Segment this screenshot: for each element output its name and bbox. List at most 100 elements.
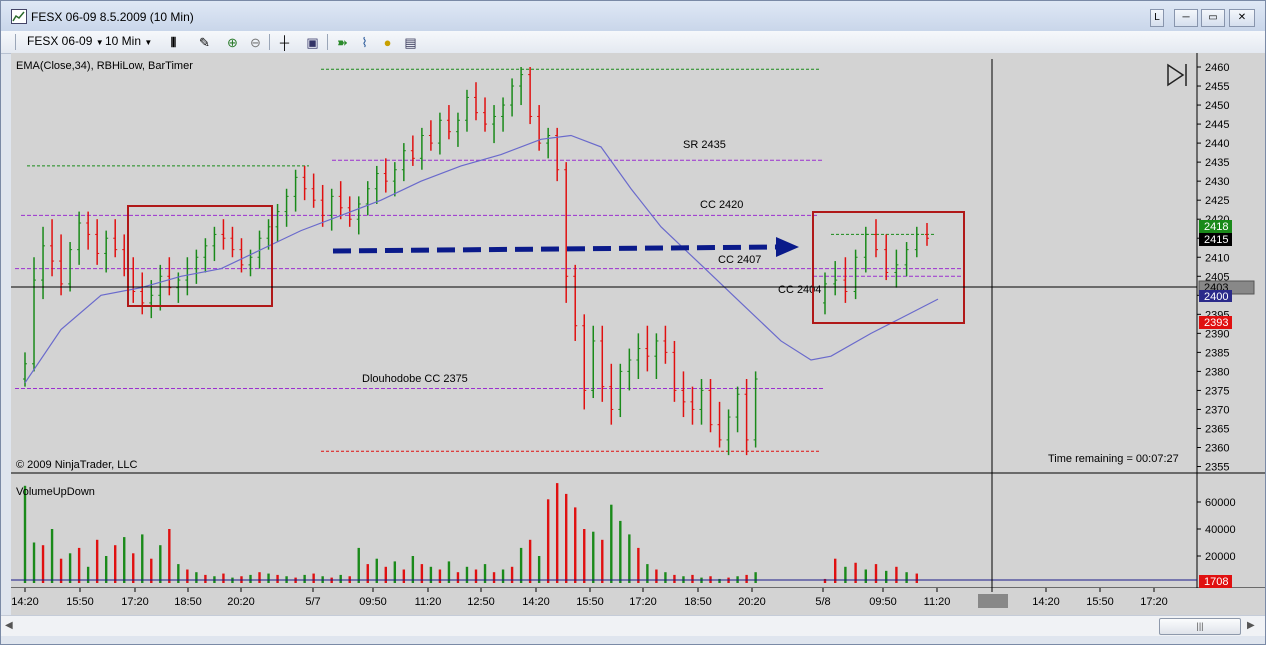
volume-bar bbox=[411, 556, 415, 583]
volume-marker: 1708 bbox=[1204, 576, 1228, 588]
cc-2404-label: CC 2404 bbox=[778, 284, 821, 296]
volume-bar bbox=[664, 572, 667, 583]
price-tick-label: 2355 bbox=[1205, 462, 1229, 474]
price-tick-label: 2370 bbox=[1205, 404, 1229, 416]
bar-type-icon[interactable]: ⫴ bbox=[166, 35, 181, 50]
volume-bar bbox=[574, 507, 577, 583]
volume-bar bbox=[691, 574, 694, 583]
link-button[interactable]: L bbox=[1150, 9, 1164, 27]
volume-bar bbox=[267, 573, 270, 583]
last-marker: 2415 bbox=[1204, 234, 1228, 246]
volume-bar bbox=[41, 545, 45, 583]
volume-bar bbox=[50, 529, 54, 583]
time-tick-label: 17:20 bbox=[1140, 596, 1168, 608]
volume-bar bbox=[745, 574, 748, 583]
price-tick-label: 2440 bbox=[1205, 138, 1229, 150]
volume-tick-label: 40000 bbox=[1205, 524, 1236, 536]
price-panel-background bbox=[11, 53, 1197, 473]
close-button[interactable]: ✕ bbox=[1229, 9, 1255, 27]
volume-bar bbox=[510, 566, 514, 583]
chart-area[interactable]: 2460245524502445244024352430242524202415… bbox=[1, 53, 1265, 615]
volume-bar bbox=[123, 537, 126, 583]
interval-selector[interactable]: 10 Min ▼ bbox=[105, 34, 152, 48]
volume-bar bbox=[844, 566, 847, 583]
volume-bar bbox=[895, 566, 898, 583]
time-tick-label: 5/7 bbox=[305, 596, 320, 608]
zoom-out-icon[interactable]: ⊖ bbox=[248, 35, 263, 50]
volume-bar bbox=[258, 572, 261, 583]
data-box-icon[interactable]: ▣ bbox=[305, 35, 320, 50]
crosshair-icon[interactable]: ┼ bbox=[277, 35, 292, 50]
volume-bar bbox=[59, 558, 63, 583]
scrollbar-thumb[interactable]: ||| bbox=[1159, 618, 1241, 635]
volume-bar bbox=[501, 569, 505, 583]
volume-bar bbox=[222, 573, 225, 583]
volume-bar bbox=[474, 569, 478, 583]
drawing-tool-icon[interactable]: ✎ bbox=[197, 35, 212, 50]
time-tick-label: 20:20 bbox=[738, 596, 766, 608]
volume-bar bbox=[303, 574, 306, 583]
volume-bar bbox=[555, 483, 559, 583]
toolbar-grip bbox=[15, 34, 16, 50]
instrument-label: FESX 06-09 bbox=[27, 34, 93, 48]
indicator-icon[interactable]: ⌇ bbox=[357, 35, 372, 50]
title-bar[interactable]: FESX 06-09 8.5.2009 (10 Min) L ─ ▭ ✕ bbox=[1, 1, 1265, 31]
volume-bar bbox=[438, 569, 442, 583]
time-tick-label: 14:20 bbox=[11, 596, 39, 608]
time-tick-label: 12:50 bbox=[467, 596, 495, 608]
time-tick-label: 5/8 bbox=[815, 596, 830, 608]
price-tick-label: 2365 bbox=[1205, 423, 1229, 435]
time-tick-label: 11:20 bbox=[415, 596, 442, 608]
cc-2420-label: CC 2420 bbox=[700, 199, 743, 211]
horizontal-scrollbar[interactable]: ◀ ||| ▶ bbox=[1, 615, 1265, 636]
price-tick-label: 2360 bbox=[1205, 443, 1229, 455]
currency-icon[interactable]: ● bbox=[380, 35, 395, 50]
time-tick-label: 09:50 bbox=[359, 596, 387, 608]
volume-bar bbox=[195, 572, 198, 583]
chart-toolbar: FESX 06-09 ▼ 10 Min ▼ ⫴ ✎ ⊕ ⊖ ┼ ▣ ➽ ⌇ ● … bbox=[1, 31, 1265, 54]
minimize-button[interactable]: ─ bbox=[1174, 9, 1198, 27]
volume-bar bbox=[754, 572, 757, 583]
price-tick-label: 2380 bbox=[1205, 366, 1229, 378]
time-tick-label: 14:20 bbox=[522, 596, 550, 608]
time-tick-label: 11:20 bbox=[924, 596, 951, 608]
volume-bar bbox=[610, 504, 613, 583]
volume-bar bbox=[249, 574, 252, 583]
price-tick-label: 2435 bbox=[1205, 157, 1229, 169]
strategy-icon[interactable]: ➽ bbox=[335, 35, 350, 50]
volume-bar bbox=[601, 539, 604, 583]
price-tick-label: 2430 bbox=[1205, 176, 1229, 188]
scroll-right-arrow-icon[interactable]: ▶ bbox=[1247, 620, 1255, 631]
volume-bar bbox=[619, 520, 622, 583]
volume-bar bbox=[77, 547, 81, 583]
volume-indicator-label: VolumeUpDown bbox=[16, 486, 95, 498]
volume-bar bbox=[637, 547, 640, 583]
volume-bar bbox=[537, 556, 541, 583]
copyright-label: © 2009 NinjaTrader, LLC bbox=[16, 459, 137, 471]
scroll-left-arrow-icon[interactable]: ◀ bbox=[5, 620, 13, 631]
volume-bar bbox=[402, 569, 406, 583]
time-tick-label: 17:20 bbox=[629, 596, 657, 608]
instrument-selector[interactable]: FESX 06-09 ▼ bbox=[27, 34, 104, 48]
cc-2375-label: Dlouhodobe CC 2375 bbox=[362, 373, 468, 385]
price-tick-label: 2450 bbox=[1205, 100, 1229, 112]
volume-bar bbox=[32, 542, 36, 583]
volume-bar bbox=[141, 534, 144, 583]
volume-bar bbox=[114, 545, 117, 583]
chart-window: FESX 06-09 8.5.2009 (10 Min) L ─ ▭ ✕ FES… bbox=[0, 0, 1266, 645]
volume-bar bbox=[915, 573, 918, 583]
volume-bar bbox=[132, 553, 135, 583]
chart-app-icon bbox=[11, 9, 27, 24]
volume-bar bbox=[276, 574, 279, 583]
volume-bar bbox=[150, 558, 153, 583]
volume-bar bbox=[384, 566, 387, 583]
volume-bar bbox=[565, 493, 568, 583]
price-tick-label: 2375 bbox=[1205, 385, 1229, 397]
volume-bar bbox=[546, 499, 550, 583]
time-tick-label: 17:20 bbox=[121, 596, 149, 608]
restore-button[interactable]: ▭ bbox=[1201, 9, 1225, 27]
time-tick-label: 15:50 bbox=[66, 596, 94, 608]
zoom-in-icon[interactable]: ⊕ bbox=[225, 35, 240, 50]
properties-icon[interactable]: ▤ bbox=[403, 35, 418, 50]
time-tick-label: 18:50 bbox=[174, 596, 202, 608]
